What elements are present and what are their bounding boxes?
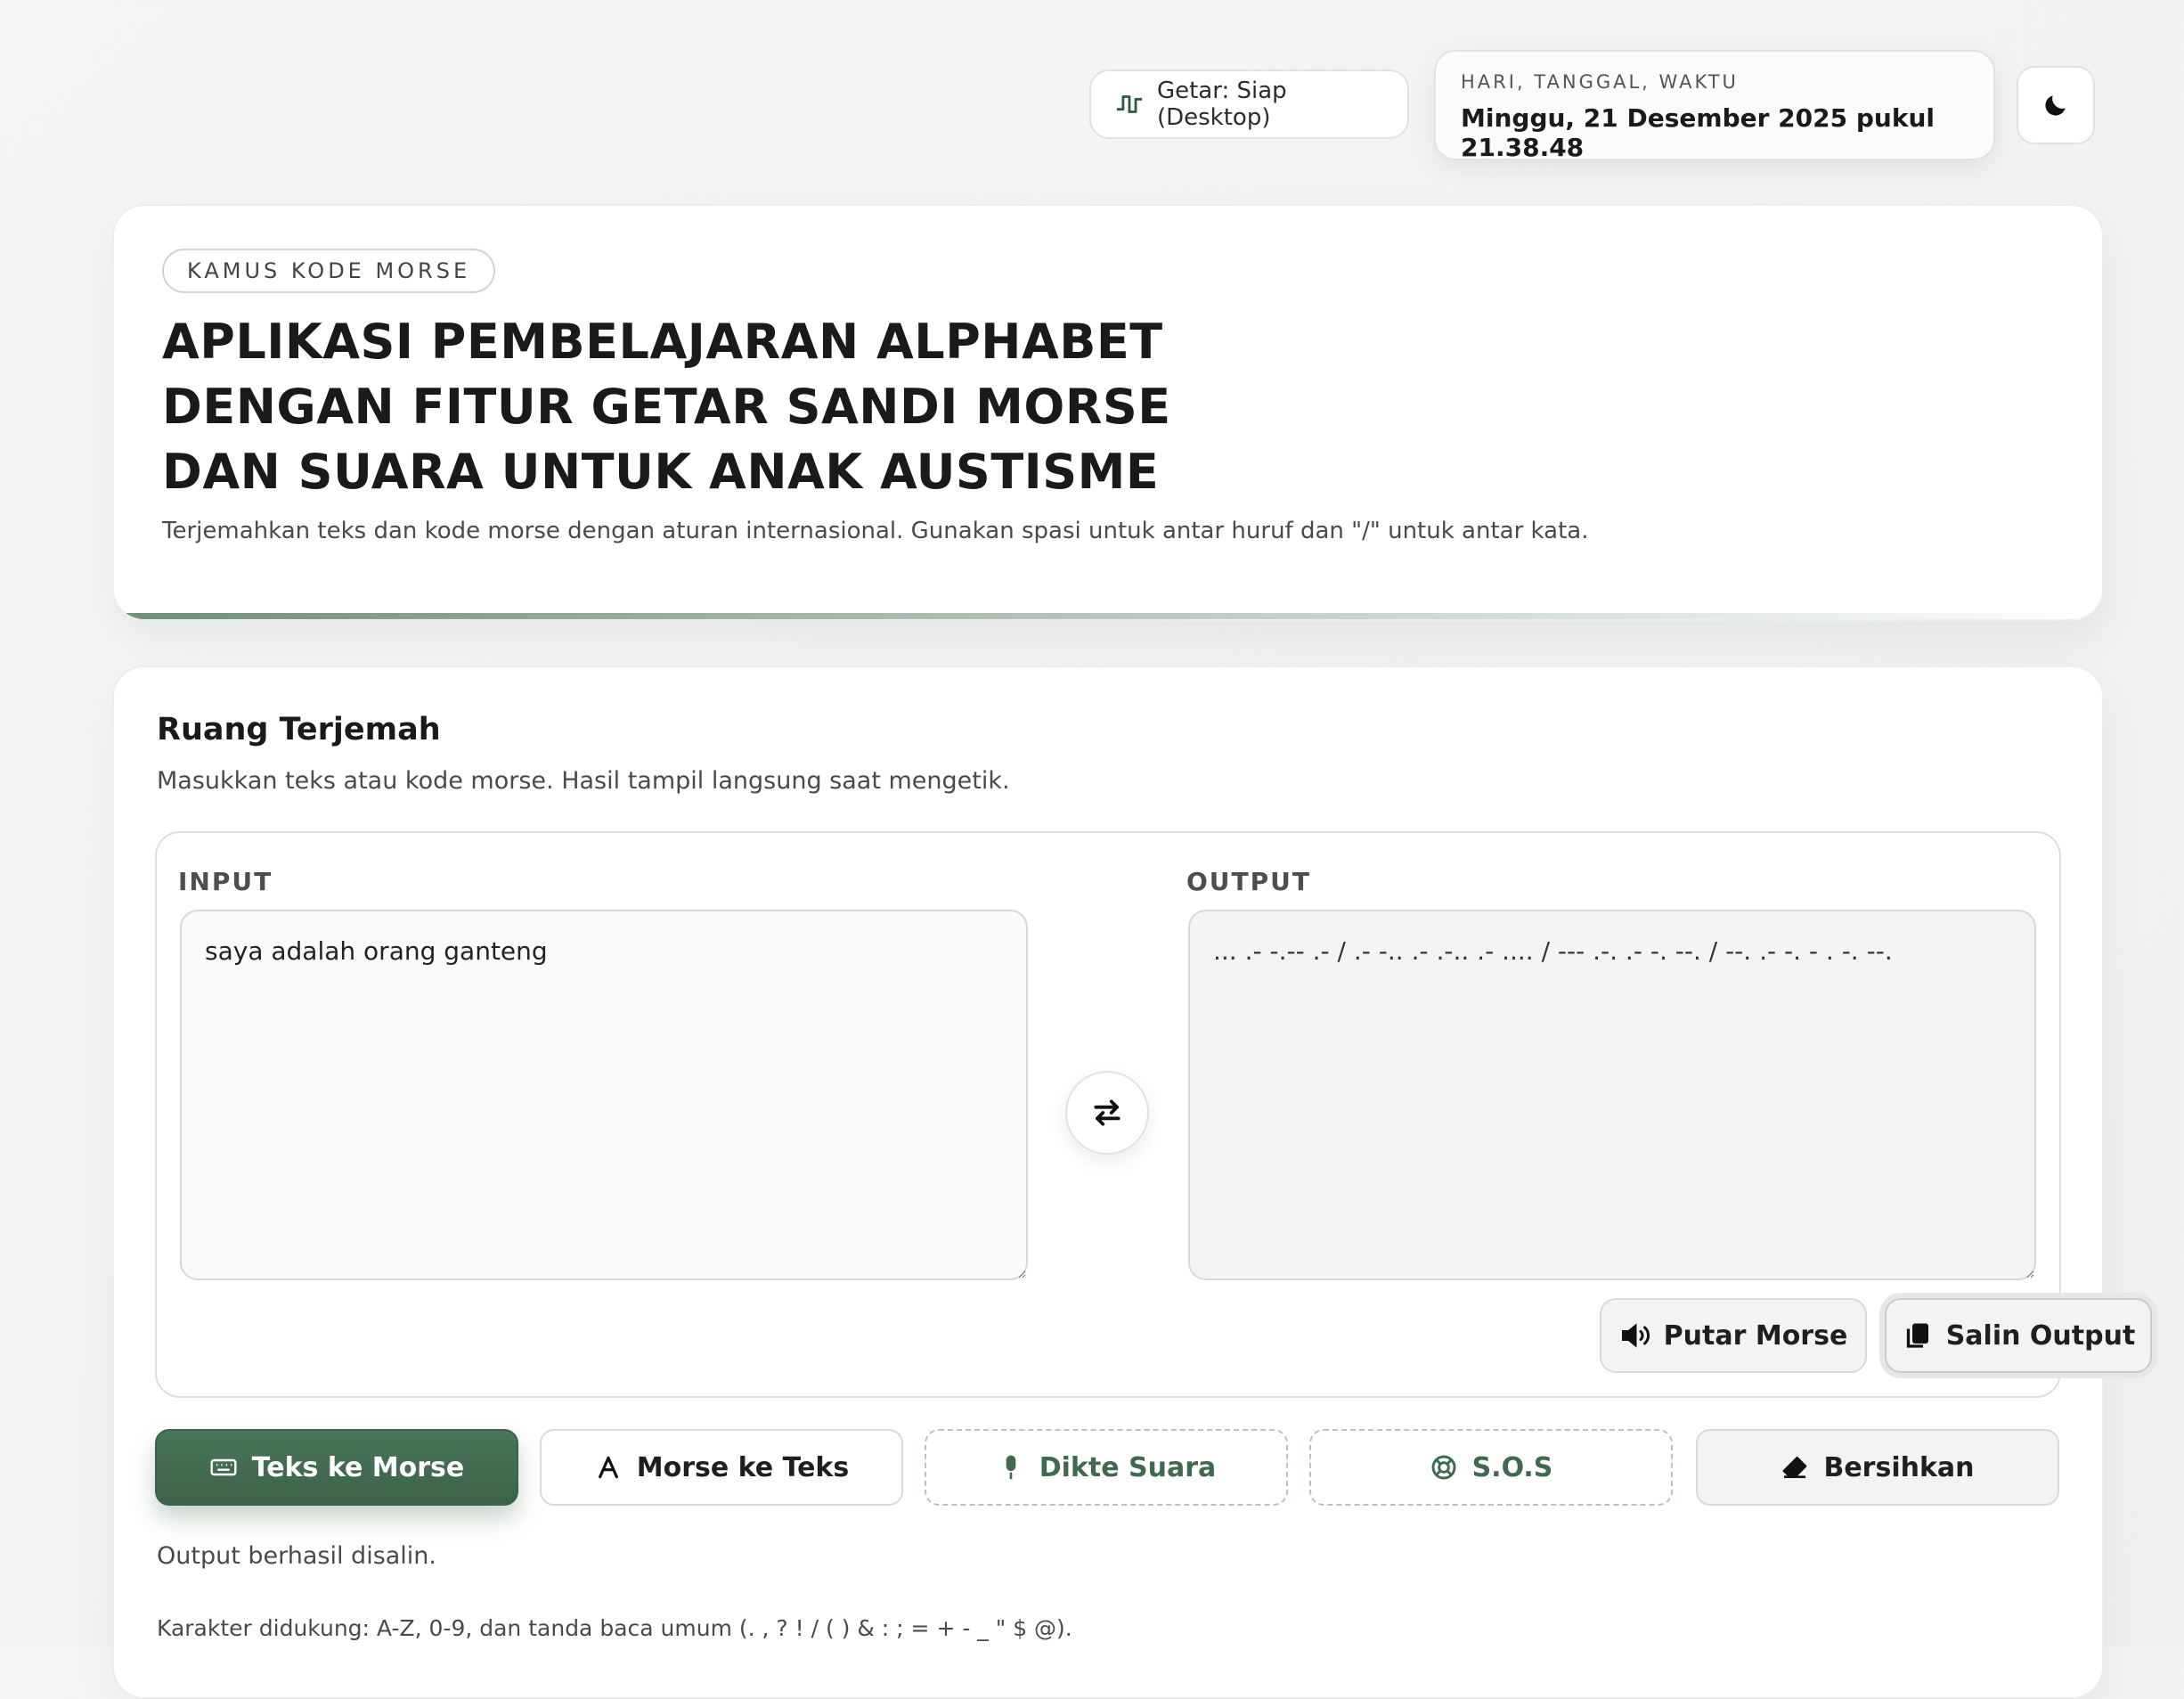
- copy-icon: [1906, 1323, 1928, 1348]
- speaker-icon: [1621, 1323, 1650, 1348]
- output-textarea[interactable]: ... .- -.-- .- / .- -.. .- .-.. .- .... …: [1188, 910, 2036, 1280]
- mode-label: Teks ke Morse: [251, 1451, 465, 1483]
- page-title: APLIKASI PEMBELAJARAN ALPHABET DENGAN FI…: [162, 309, 1409, 504]
- hero-description: Terjemahkan teks dan kode morse dengan a…: [162, 518, 1589, 544]
- output-label: OUTPUT: [1186, 867, 1311, 896]
- sos-button[interactable]: S.O.S: [1309, 1429, 1673, 1506]
- mode-morse-to-text-button[interactable]: Morse ke Teks: [540, 1429, 903, 1506]
- datetime-card: HARI, TANGGAL, WAKTU Minggu, 21 Desember…: [1434, 50, 1995, 162]
- section-title: Ruang Terjemah: [157, 712, 441, 747]
- swap-arrows-icon: [1094, 1099, 1121, 1126]
- copy-output-button[interactable]: Salin Output: [1885, 1298, 2152, 1373]
- datetime-label: HARI, TANGGAL, WAKTU: [1461, 71, 1739, 93]
- vibration-status-text: Getar: Siap (Desktop): [1156, 78, 1287, 131]
- theme-toggle-button[interactable]: [2017, 66, 2095, 144]
- mode-label: Bersihkan: [1823, 1451, 1975, 1483]
- hero-accent-bar: [114, 613, 2102, 619]
- title-line-2: DENGAN FITUR GETAR SANDI MORSE: [162, 379, 1171, 435]
- swap-button[interactable]: [1065, 1071, 1149, 1155]
- title-line-1: APLIKASI PEMBELAJARAN ALPHABET: [162, 314, 1163, 370]
- supported-characters: Karakter didukung: A-Z, 0-9, dan tanda b…: [157, 1615, 1072, 1641]
- translation-card: Ruang Terjemah Masukkan teks atau kode m…: [112, 666, 2152, 1699]
- datetime-value: Minggu, 21 Desember 2025 pukul 21.38.48: [1461, 103, 1935, 162]
- input-label: INPUT: [178, 867, 273, 896]
- section-subtitle: Masukkan teks atau kode morse. Hasil tam…: [157, 767, 1010, 795]
- keyboard-icon: [210, 1458, 237, 1476]
- status-message: Output berhasil disalin.: [157, 1542, 437, 1570]
- title-line-3: DAN SUARA UNTUK ANAK AUSTISME: [162, 444, 1160, 500]
- clear-button[interactable]: Bersihkan: [1696, 1429, 2059, 1506]
- eraser-icon: [1783, 1457, 1807, 1478]
- pulse-icon: [1116, 95, 1143, 113]
- mode-label: S.O.S: [1471, 1451, 1553, 1483]
- translation-panel: INPUT OUTPUT saya adalah orang ganteng .…: [155, 831, 2152, 1398]
- font-icon: [598, 1456, 618, 1479]
- mode-label: Dikte Suara: [1039, 1451, 1217, 1483]
- hero-card: KAMUS KODE MORSE APLIKASI PEMBELAJARAN A…: [112, 204, 2104, 621]
- vibration-status: Getar: Siap (Desktop): [1089, 69, 1409, 139]
- moon-icon: [2045, 95, 2066, 116]
- input-textarea[interactable]: saya adalah orang ganteng: [180, 910, 1028, 1280]
- voice-dictation-button[interactable]: Dikte Suara: [925, 1429, 1288, 1506]
- play-morse-button[interactable]: Putar Morse: [1600, 1298, 1867, 1373]
- play-morse-label: Putar Morse: [1663, 1319, 1848, 1352]
- mode-text-to-morse-button[interactable]: Teks ke Morse: [155, 1429, 518, 1506]
- microphone-icon: [1006, 1455, 1016, 1480]
- copy-output-label: Salin Output: [1945, 1319, 2136, 1352]
- lifebuoy-icon: [1431, 1455, 1456, 1480]
- hero-badge: KAMUS KODE MORSE: [162, 249, 496, 293]
- mode-label: Morse ke Teks: [636, 1451, 850, 1483]
